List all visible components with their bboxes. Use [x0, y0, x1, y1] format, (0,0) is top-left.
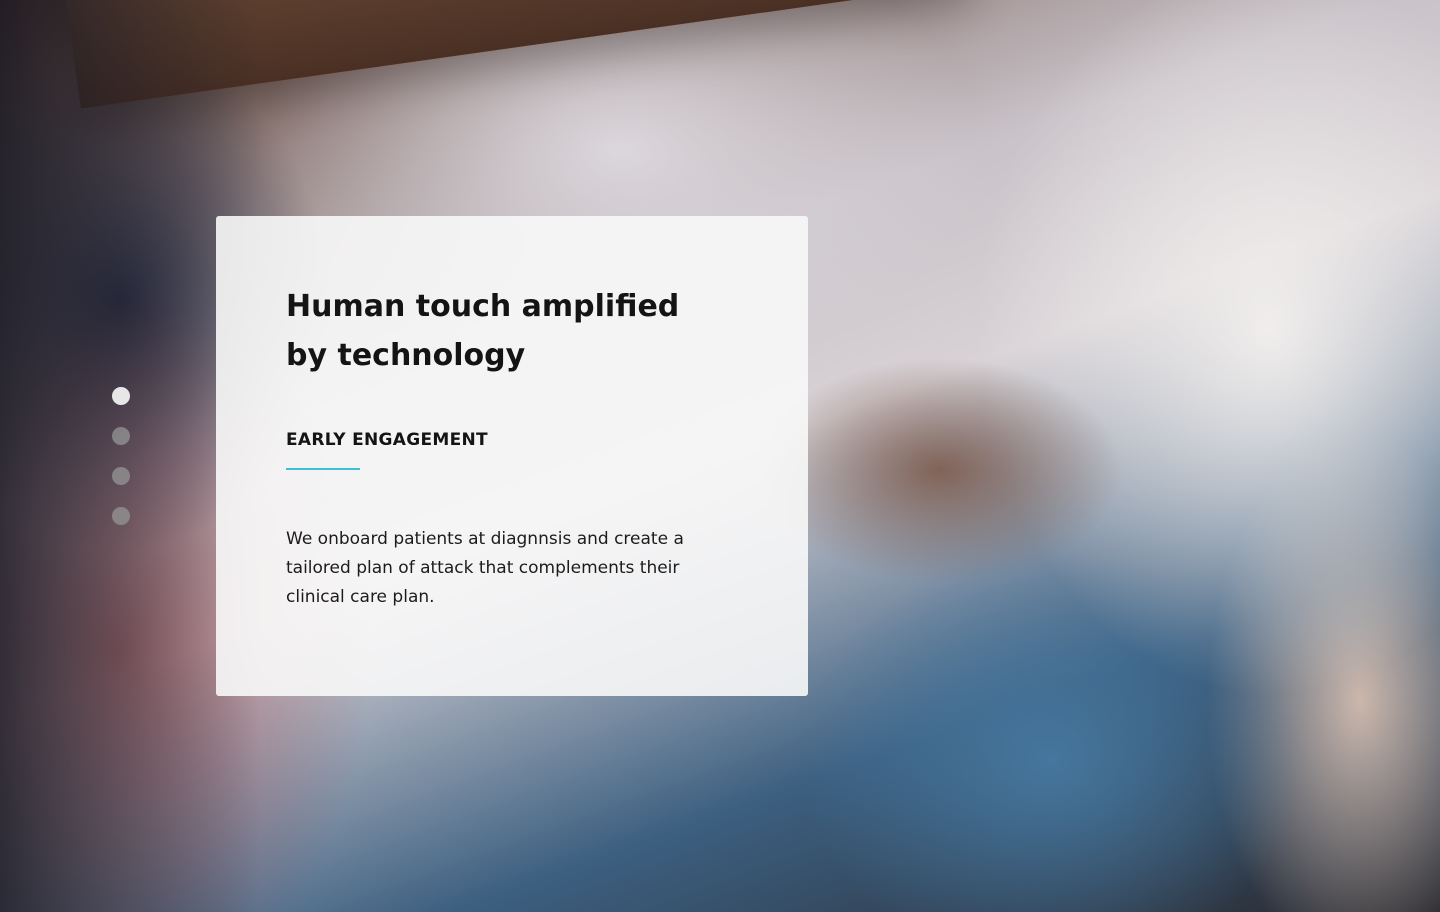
pager-dot-3[interactable]	[112, 467, 130, 485]
feature-card: Human touch amplified by technology EARL…	[216, 216, 808, 696]
slide-pager	[112, 387, 130, 525]
hero-section: Human touch amplified by technology EARL…	[0, 0, 1440, 912]
pager-dot-4[interactable]	[112, 507, 130, 525]
pager-dot-1[interactable]	[112, 387, 130, 405]
card-title: Human touch amplified by technology	[286, 289, 680, 373]
section-label: EARLY ENGAGEMENT	[286, 430, 488, 450]
accent-divider	[286, 468, 360, 470]
card-description: We onboard patients at diagnnsis and cre…	[286, 529, 684, 607]
pager-dot-2[interactable]	[112, 427, 130, 445]
